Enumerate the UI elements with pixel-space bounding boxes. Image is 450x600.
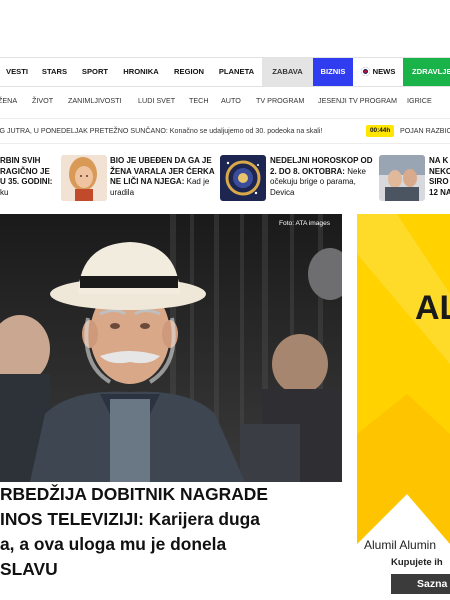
nav-item-planeta[interactable]: PLANETA: [211, 58, 262, 86]
strip-card-image: [61, 155, 107, 201]
ticker-next-headline[interactable]: POJAN RAZBIO: [400, 119, 450, 143]
nav-item-news-label: NEWS: [372, 67, 396, 76]
nav-item-zdravlje[interactable]: ZDRAVLJE: [403, 58, 450, 86]
subnav-item-igrice[interactable]: IGRICE: [407, 94, 447, 108]
strip-card-title: NA K NEKO SIRO 12 NA: [429, 156, 450, 197]
strip-card-image: [379, 155, 425, 201]
news-ticker: OG JUTRA, U PONEDELJAK PRETEŽNO SUNČANO:…: [0, 118, 450, 144]
strip-card[interactable]: RBIN SVIH RAGIČNO JE U 35. GODINI: ku: [0, 155, 58, 205]
strip-card[interactable]: NA K NEKO SIRO 12 NA: [379, 155, 450, 205]
photo-credit: Foto: ATA images: [279, 220, 331, 227]
nav-item-hronika[interactable]: HRONIKA: [115, 58, 167, 86]
headline-line: a, a ova uloga mu je donela: [0, 534, 227, 554]
nav-item-stars[interactable]: STARS: [34, 58, 75, 86]
subnav-item-zena[interactable]: ŽENA: [0, 94, 32, 108]
subnav-item-jesenji-tv-program[interactable]: JESENJI TV PROGRAM: [318, 94, 407, 108]
ticker-time-badge: 00:44h: [366, 125, 395, 137]
strip-card-text: ku: [0, 187, 9, 197]
nav-item-zabava[interactable]: ZABAVA: [262, 58, 313, 86]
headline-line: INOS TELEVIZIJI: Karijera duga: [0, 509, 260, 529]
ad-logo-text: AL: [415, 289, 450, 327]
strip-card[interactable]: BIO JE UBEĐEN DA GA JE ŽENA VARALA JER Ć…: [61, 155, 216, 205]
nav-item-biznis[interactable]: BIZNIS: [313, 58, 353, 86]
subnav-item-auto[interactable]: AUTO: [221, 94, 256, 108]
subnav-item-zivot[interactable]: ŽIVOT: [32, 94, 68, 108]
strip-card-title: RBIN SVIH RAGIČNO JE U 35. GODINI:: [0, 156, 53, 186]
main-nav: VESTI STARS SPORT HRONIKA REGION PLANETA…: [0, 57, 450, 87]
nav-item-vesti[interactable]: VESTI: [0, 58, 34, 86]
hero-image[interactable]: [0, 214, 342, 482]
hero-headline[interactable]: RBEDŽIJA DOBITNIK NAGRADE INOS TELEVIZIJ…: [0, 482, 342, 582]
headline-strip: RBIN SVIH RAGIČNO JE U 35. GODINI: ku BI…: [0, 155, 450, 205]
ad-learn-more-button[interactable]: Sazna: [391, 574, 450, 594]
ad-cta-text: Kupujete ih: [391, 557, 443, 568]
subnav-item-tech[interactable]: TECH: [189, 94, 221, 108]
subnav-item-ludi-svet[interactable]: LUDI SVET: [138, 94, 189, 108]
uk-flag-icon: [360, 66, 370, 76]
strip-card-image: [220, 155, 266, 201]
nav-item-news[interactable]: NEWS: [353, 58, 403, 86]
sub-nav: ŽENA ŽIVOT ZANIMLJIVOSTI LUDI SVET TECH …: [0, 94, 450, 108]
nav-item-region[interactable]: REGION: [167, 58, 211, 86]
headline-line: RBEDŽIJA DOBITNIK NAGRADE: [0, 484, 268, 504]
headline-line: SLAVU: [0, 559, 58, 579]
subnav-item-tv-program[interactable]: TV PROGRAM: [256, 94, 318, 108]
subnav-item-zanimljivosti[interactable]: ZANIMLJIVOSTI: [68, 94, 138, 108]
nav-item-sport[interactable]: SPORT: [75, 58, 115, 86]
ticker-headline[interactable]: OG JUTRA, U PONEDELJAK PRETEŽNO SUNČANO:…: [0, 119, 322, 143]
ad-brand-text: Alumil Alumin: [364, 538, 437, 552]
strip-card[interactable]: NEDELJNI HOROSKOP OD 2. DO 8. OKTOBRA: N…: [220, 155, 378, 205]
